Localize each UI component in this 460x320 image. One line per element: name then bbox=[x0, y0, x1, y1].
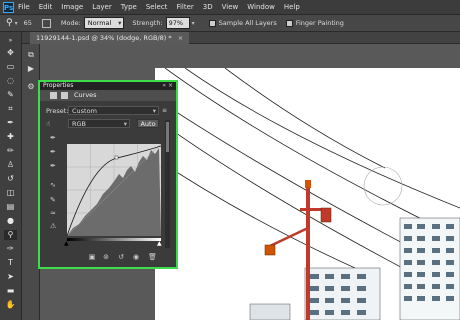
options-bar: ⚲ ▾ 65 Mode: Normal Strength: 97% ▾ Samp… bbox=[0, 14, 460, 32]
menu-type[interactable]: Type bbox=[121, 3, 137, 11]
quick-selection-tool-icon[interactable]: ✎ bbox=[4, 90, 17, 100]
document-title: 11929144-1.psd @ 34% (dodge, RGB/8) * bbox=[36, 34, 172, 42]
mode-label: Mode: bbox=[60, 19, 81, 27]
black-point-eyedropper-icon[interactable]: ✒ bbox=[50, 134, 58, 142]
document-tab-bar: 11929144-1.psd @ 34% (dodge, RGB/8) * × bbox=[22, 32, 460, 44]
blur-tool-icon[interactable]: ● bbox=[4, 216, 17, 226]
collapse-icon[interactable]: » bbox=[4, 36, 17, 46]
menu-bar: Ps File Edit Image Layer Type Select Fil… bbox=[0, 0, 460, 14]
black-slider-icon[interactable]: ▲ bbox=[64, 240, 69, 247]
gray-point-eyedropper-icon[interactable]: ✒ bbox=[50, 148, 58, 156]
street-photo bbox=[155, 68, 460, 320]
document-tab[interactable]: 11929144-1.psd @ 34% (dodge, RGB/8) * × bbox=[30, 32, 190, 44]
building-right bbox=[399, 217, 460, 320]
visibility-icon[interactable]: ◉ bbox=[132, 253, 140, 261]
dodge-tool-icon[interactable]: ⚲ bbox=[4, 230, 17, 240]
on-image-adjust-icon[interactable]: ☝ bbox=[46, 120, 50, 128]
properties-panel: Properties « × Curves Preset: Custom ≡ ☝… bbox=[38, 80, 178, 269]
menu-image[interactable]: Image bbox=[61, 3, 83, 11]
curves-title: Curves bbox=[74, 91, 97, 99]
channel-select[interactable]: RGB bbox=[68, 119, 130, 129]
eyedropper-tool-icon[interactable]: ✒ bbox=[4, 118, 17, 128]
brush-tool-icon[interactable]: ✏ bbox=[4, 146, 17, 156]
menu-3d[interactable]: 3D bbox=[203, 3, 213, 11]
marquee-tool-icon[interactable]: ▭ bbox=[4, 62, 17, 72]
white-slider-icon[interactable]: ▲ bbox=[157, 240, 162, 247]
strength-input[interactable]: 97% bbox=[165, 17, 190, 29]
crop-tool-icon[interactable]: ⌗ bbox=[4, 104, 17, 114]
finger-painting-checkbox[interactable] bbox=[285, 19, 293, 27]
white-point-eyedropper-icon[interactable]: ✒ bbox=[50, 162, 58, 170]
eraser-tool-icon[interactable]: ◫ bbox=[4, 188, 17, 198]
preset-menu-icon[interactable]: ≡ bbox=[162, 107, 167, 114]
tools-panel: » ✥ ▭ ◌ ✎ ⌗ ✒ ✚ ✏ ♙ ↺ ◫ ▤ ● ⚲ ✑ T ➤ ▬ ✋ bbox=[0, 32, 22, 320]
mask-icon[interactable] bbox=[61, 92, 68, 99]
gradient-tool-icon[interactable]: ▤ bbox=[4, 202, 17, 212]
clip-to-layer-icon[interactable]: ▣ bbox=[88, 253, 96, 261]
finger-painting-label: Finger Painting bbox=[295, 19, 344, 27]
move-tool-icon[interactable]: ✥ bbox=[4, 48, 17, 58]
reset-icon[interactable]: ↺ bbox=[117, 253, 125, 261]
close-icon[interactable]: × bbox=[178, 34, 183, 42]
menu-file[interactable]: File bbox=[18, 3, 30, 11]
menu-select[interactable]: Select bbox=[146, 3, 168, 11]
menu-layer[interactable]: Layer bbox=[92, 3, 112, 11]
properties-scrollbar[interactable] bbox=[165, 120, 170, 248]
building-middle bbox=[304, 267, 381, 320]
strength-label: Strength: bbox=[132, 19, 163, 27]
menu-window[interactable]: Window bbox=[247, 3, 275, 11]
panel-controls[interactable]: « × bbox=[162, 82, 173, 90]
dodge-tool-icon[interactable]: ⚲ bbox=[6, 18, 13, 28]
image-canvas[interactable] bbox=[155, 68, 460, 320]
auto-button[interactable]: Auto bbox=[137, 119, 159, 128]
path-selection-tool-icon[interactable]: ➤ bbox=[4, 272, 17, 282]
trash-icon[interactable]: 🗑 bbox=[148, 253, 157, 261]
preset-label: Preset: bbox=[46, 107, 69, 115]
input-gradient-bar bbox=[67, 238, 161, 241]
properties-header[interactable]: Properties « × bbox=[40, 82, 176, 90]
lasso-tool-icon[interactable]: ◌ bbox=[4, 76, 17, 86]
photoshop-logo-icon: Ps bbox=[3, 1, 14, 13]
properties-footer: ▣ ⊚ ↺ ◉ 🗑 bbox=[40, 248, 176, 267]
menu-edit[interactable]: Edit bbox=[39, 3, 53, 11]
curves-graph[interactable] bbox=[66, 143, 162, 237]
menu-help[interactable]: Help bbox=[284, 3, 300, 11]
hand-tool-icon[interactable]: ✋ bbox=[4, 300, 17, 310]
healing-brush-tool-icon[interactable]: ✚ bbox=[4, 132, 17, 142]
curves-tab: Curves bbox=[40, 90, 176, 101]
sample-all-layers-checkbox[interactable] bbox=[208, 19, 216, 27]
curve-edit-icon[interactable]: ∿ bbox=[50, 181, 58, 189]
chevron-down-icon[interactable]: ▾ bbox=[15, 20, 18, 27]
menu-filter[interactable]: Filter bbox=[176, 3, 193, 11]
chevron-down-icon[interactable]: ▾ bbox=[192, 20, 195, 27]
curves-histogram bbox=[66, 143, 162, 237]
sample-all-layers-label: Sample All Layers bbox=[218, 19, 277, 27]
mode-select[interactable]: Normal bbox=[83, 17, 125, 29]
brush-panel-icon[interactable] bbox=[41, 18, 51, 28]
brush-size[interactable]: 65 bbox=[24, 19, 32, 27]
view-previous-state-icon[interactable]: ⊚ bbox=[102, 253, 110, 261]
adjustment-icon[interactable] bbox=[50, 92, 57, 99]
pen-tool-icon[interactable]: ✑ bbox=[4, 244, 17, 254]
clone-stamp-tool-icon[interactable]: ♙ bbox=[4, 160, 17, 170]
clipping-warning-icon[interactable]: ⚠ bbox=[50, 222, 58, 230]
smooth-icon[interactable]: ≈ bbox=[50, 209, 58, 217]
panel-dock: ⧉ ▶ ⚙ bbox=[22, 44, 40, 320]
history-brush-tool-icon[interactable]: ↺ bbox=[4, 174, 17, 184]
properties-panel-icon[interactable]: ⚙ bbox=[26, 82, 36, 92]
history-panel-icon[interactable]: ⧉ bbox=[26, 50, 36, 60]
pencil-icon[interactable]: ✎ bbox=[50, 196, 58, 204]
shape-tool-icon[interactable]: ▬ bbox=[4, 286, 17, 296]
type-tool-icon[interactable]: T bbox=[4, 258, 17, 268]
scroll-thumb[interactable] bbox=[166, 122, 169, 152]
preset-select[interactable]: Custom bbox=[68, 106, 159, 116]
menu-view[interactable]: View bbox=[222, 3, 239, 11]
properties-title: Properties bbox=[43, 82, 74, 89]
actions-panel-icon[interactable]: ▶ bbox=[26, 64, 36, 74]
